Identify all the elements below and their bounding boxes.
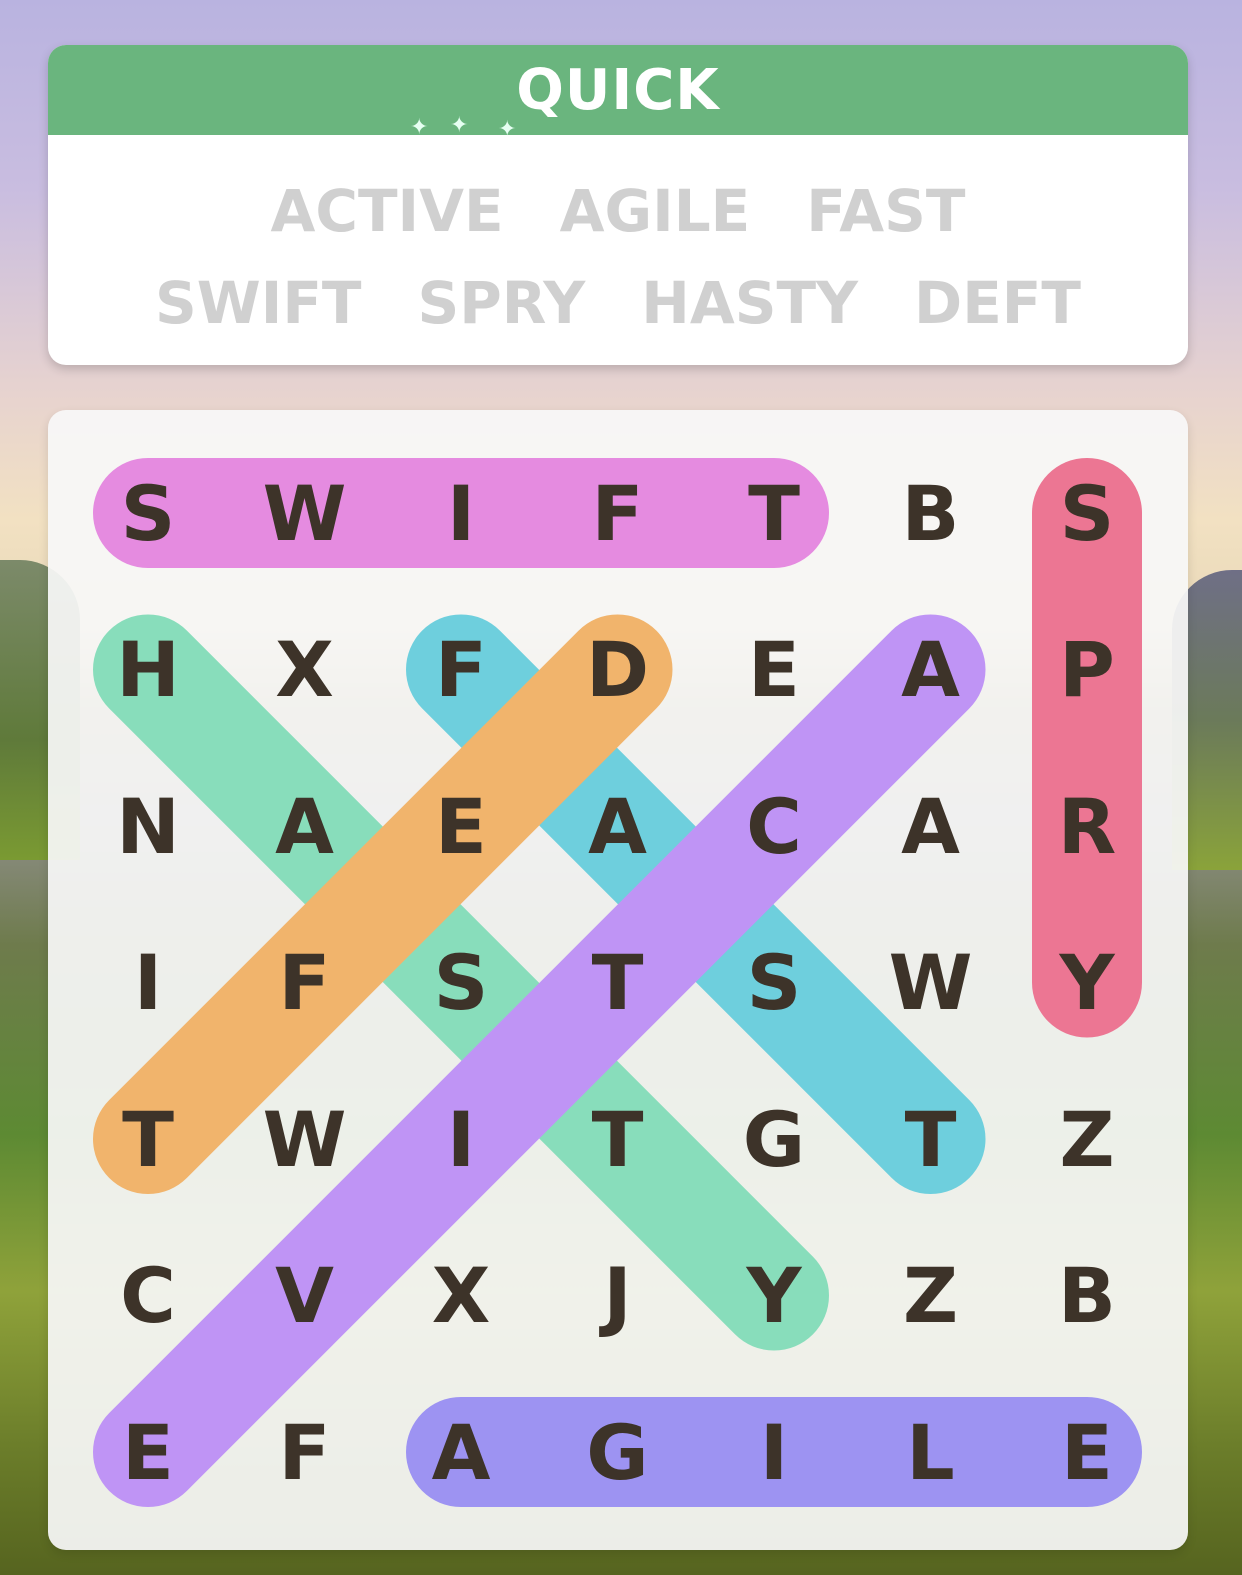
grid-cell[interactable]: N [93,771,203,881]
word-list-panel: QUICK ✦ ✦ ✦ ACTIVE AGILE FAST SWIFT SPRY… [48,45,1188,365]
grid-cell[interactable]: A [406,1397,516,1507]
grid-cell[interactable]: E [1032,1397,1142,1507]
grid-cell[interactable]: Y [719,1241,829,1351]
grid-cell[interactable]: F [406,615,516,725]
grid-cell[interactable]: X [250,615,360,725]
word-item: AGILE [559,177,751,245]
word-item: ACTIVE [270,177,504,245]
grid-cell[interactable]: T [93,1084,203,1194]
grid-cell[interactable]: I [719,1397,829,1507]
grid-cell[interactable]: J [563,1241,673,1351]
grid-cell[interactable]: B [1032,1241,1142,1351]
grid-cell[interactable]: L [876,1397,986,1507]
grid-cell[interactable]: V [250,1241,360,1351]
grid-cell[interactable]: A [876,771,986,881]
grid-cell[interactable]: I [406,1084,516,1194]
grid-cell[interactable]: S [406,928,516,1038]
grid-cell[interactable]: E [93,1397,203,1507]
grid-cell[interactable]: X [406,1241,516,1351]
word-list-row: ACTIVE AGILE FAST [48,177,1188,245]
grid-cell[interactable]: D [563,615,673,725]
grid-cell[interactable]: E [406,771,516,881]
grid-cell[interactable]: A [876,615,986,725]
grid-cell[interactable]: H [93,615,203,725]
grid-cell[interactable]: A [563,771,673,881]
grid-cell[interactable]: I [406,458,516,568]
grid-cell[interactable]: G [563,1397,673,1507]
grid-cell[interactable]: C [93,1241,203,1351]
grid-cell[interactable]: E [719,615,829,725]
grid-cell[interactable]: W [876,928,986,1038]
puzzle-title: QUICK [48,45,1188,135]
grid-cell[interactable]: P [1032,615,1142,725]
grid-cell[interactable]: Y [1032,928,1142,1038]
grid-cell[interactable]: T [563,928,673,1038]
grid-cell[interactable]: T [719,458,829,568]
grid-cell[interactable]: W [250,458,360,568]
word-item: HASTY [641,269,859,337]
word-list: ACTIVE AGILE FAST SWIFT SPRY HASTY DEFT [48,135,1188,365]
grid-cell[interactable]: W [250,1084,360,1194]
grid-cell[interactable]: A [250,771,360,881]
word-list-row: SWIFT SPRY HASTY DEFT [48,269,1188,337]
letter-grid[interactable]: SWIFTBSHXFDEAPNAEACARIFSTSWYTWITGTZCVXJY… [48,410,1188,1550]
grid-cell[interactable]: S [93,458,203,568]
grid-cell[interactable]: F [250,928,360,1038]
grid-cell[interactable]: B [876,458,986,568]
grid-cell[interactable]: T [876,1084,986,1194]
grid-cell[interactable]: F [563,458,673,568]
word-item: SWIFT [154,269,362,337]
grid-cell[interactable]: G [719,1084,829,1194]
grid-cell[interactable]: T [563,1084,673,1194]
grid-cell[interactable]: Z [876,1241,986,1351]
word-item: SPRY [417,269,586,337]
grid-cell[interactable]: S [719,928,829,1038]
word-item: FAST [806,177,966,245]
word-item: DEFT [914,269,1081,337]
grid-cell[interactable]: S [1032,458,1142,568]
grid-cell[interactable]: C [719,771,829,881]
grid-cell[interactable]: I [93,928,203,1038]
grid-cell[interactable]: F [250,1397,360,1507]
grid-cell[interactable]: R [1032,771,1142,881]
grid-cell[interactable]: Z [1032,1084,1142,1194]
